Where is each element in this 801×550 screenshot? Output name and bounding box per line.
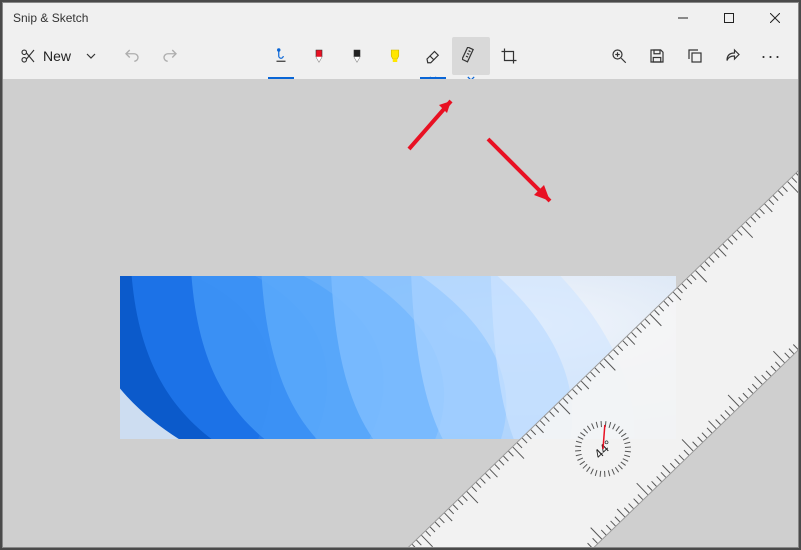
new-snip-icon xyxy=(19,47,37,65)
save-icon xyxy=(648,47,666,65)
more-button[interactable]: ··· xyxy=(752,37,790,75)
copy-button[interactable] xyxy=(676,37,714,75)
close-button[interactable] xyxy=(752,3,798,33)
annotation-arrow xyxy=(399,89,469,159)
ballpoint-pen-icon xyxy=(310,47,328,65)
share-button[interactable] xyxy=(714,37,752,75)
angle-dial-ticks xyxy=(561,407,646,492)
zoom-button[interactable] xyxy=(600,37,638,75)
ruler-button[interactable] xyxy=(452,37,490,75)
ruler-angle-dial: 44° xyxy=(561,407,646,492)
maximize-button[interactable] xyxy=(706,3,752,33)
minimize-icon xyxy=(678,13,688,23)
chevron-down-icon xyxy=(86,53,96,59)
touch-writing-icon xyxy=(272,47,290,65)
title-bar: Snip & Sketch xyxy=(3,3,798,33)
undo-icon xyxy=(123,47,141,65)
toolbar: New xyxy=(3,33,798,79)
share-icon xyxy=(724,47,742,65)
maximize-icon xyxy=(724,13,734,23)
eraser-button[interactable] xyxy=(414,37,452,75)
redo-icon xyxy=(161,47,179,65)
crop-button[interactable] xyxy=(490,37,528,75)
canvas-area[interactable]: 44° xyxy=(3,79,798,547)
crop-icon xyxy=(500,47,518,65)
pencil-button[interactable] xyxy=(338,37,376,75)
more-icon: ··· xyxy=(761,46,782,67)
ruler-icon xyxy=(462,47,480,65)
zoom-icon xyxy=(610,47,628,65)
close-icon xyxy=(770,13,780,23)
eraser-icon xyxy=(424,47,442,65)
app-window: Snip & Sketch New xyxy=(2,2,799,548)
save-button[interactable] xyxy=(638,37,676,75)
new-dropdown[interactable] xyxy=(79,37,103,75)
minimize-button[interactable] xyxy=(660,3,706,33)
new-label: New xyxy=(43,48,71,64)
annotation-arrow xyxy=(478,129,568,219)
pencil-icon xyxy=(348,47,366,65)
touch-writing-button[interactable] xyxy=(262,37,300,75)
highlighter-button[interactable] xyxy=(376,37,414,75)
ballpoint-pen-button[interactable] xyxy=(300,37,338,75)
undo-button[interactable] xyxy=(113,37,151,75)
copy-icon xyxy=(686,47,704,65)
new-button[interactable]: New xyxy=(11,37,79,75)
highlighter-icon xyxy=(386,47,404,65)
window-title: Snip & Sketch xyxy=(13,11,88,25)
redo-button[interactable] xyxy=(151,37,189,75)
